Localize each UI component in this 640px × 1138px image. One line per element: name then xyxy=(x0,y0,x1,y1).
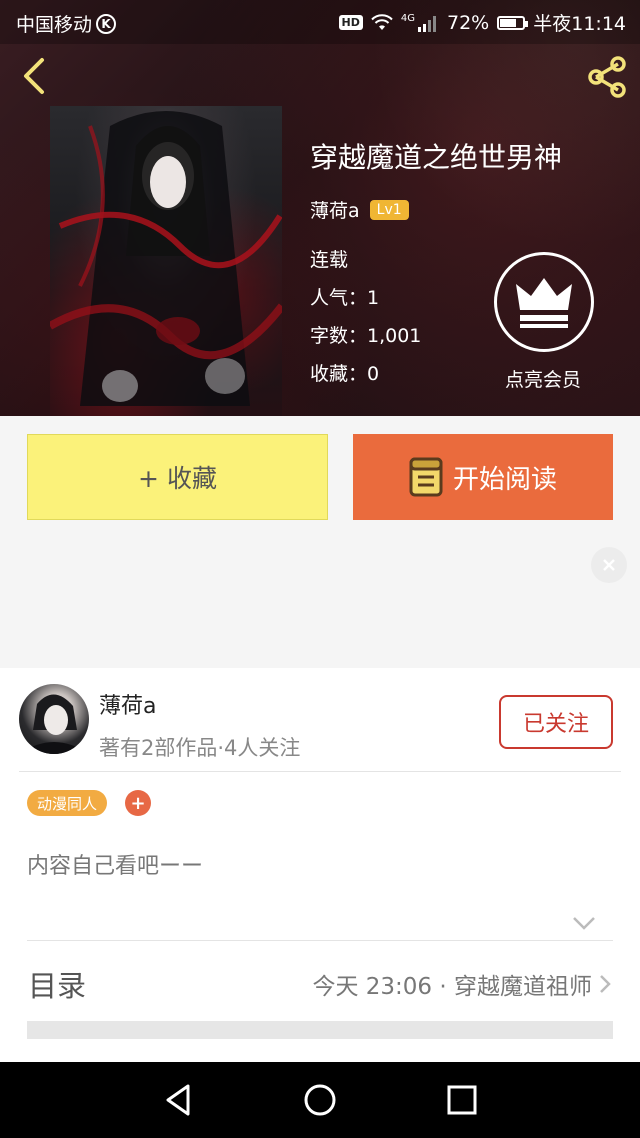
book-icon xyxy=(409,457,443,497)
back-arrow-icon[interactable] xyxy=(14,56,54,96)
following-button[interactable]: 已关注 xyxy=(499,695,613,749)
hd-icon: HD xyxy=(338,15,363,30)
avatar[interactable] xyxy=(19,684,89,754)
vip-label[interactable]: 点亮会员 xyxy=(478,365,608,392)
status-left: 中国移动 K xyxy=(16,10,117,37)
nav-recents-icon[interactable] xyxy=(444,1082,480,1118)
k-badge-icon: K xyxy=(96,13,117,34)
nav-back-icon[interactable] xyxy=(160,1082,196,1118)
chevron-right-icon xyxy=(600,975,611,993)
clock: 半夜11:14 xyxy=(533,13,626,35)
signal-icon xyxy=(418,15,436,32)
add-tag-button[interactable]: + xyxy=(125,790,151,816)
book-title: 穿越魔道之绝世男神 xyxy=(310,141,563,174)
share-icon[interactable] xyxy=(582,54,630,100)
level-badge: Lv1 xyxy=(369,199,409,220)
avatar-illustration xyxy=(19,694,89,754)
author-stats: 著有2部作品·4人关注 xyxy=(99,736,301,760)
toc-label: 目录 xyxy=(28,969,87,1003)
start-reading-button[interactable]: 开始阅读 xyxy=(353,434,613,520)
battery-percent: 72% xyxy=(447,11,490,34)
popularity-count: 人气：1 xyxy=(310,287,380,309)
battery-icon xyxy=(497,15,529,30)
navigation-bar xyxy=(0,1062,640,1138)
carrier-label: 中国移动 xyxy=(16,14,93,36)
battery-fill xyxy=(500,18,517,27)
table-of-contents-row[interactable]: 目录 今天 23:06 · 穿越魔道祖师 xyxy=(0,941,640,1021)
nav-home-icon[interactable] xyxy=(302,1082,338,1118)
crown-icon xyxy=(516,278,572,328)
favorites-count: 收藏：0 xyxy=(310,363,380,385)
divider xyxy=(19,771,621,772)
latest-chapter: 今天 23:06 · 穿越魔道祖师 xyxy=(312,974,592,1000)
author-card: 薄荷a 著有2部作品·4人关注 已关注 动漫同人 + 内容自己看吧ーー 目录 今… xyxy=(0,668,640,1063)
chevron-down-icon[interactable] xyxy=(571,914,597,932)
word-count: 字数：1,001 xyxy=(310,325,422,347)
genre-tag[interactable]: 动漫同人 xyxy=(27,790,108,816)
add-favorite-button[interactable]: + 收藏 xyxy=(27,434,328,520)
author-name[interactable]: 薄荷a xyxy=(310,196,360,223)
card-author-name[interactable]: 薄荷a xyxy=(99,688,156,720)
close-ad-button[interactable] xyxy=(591,547,627,583)
network-label: 4G xyxy=(400,13,415,24)
status-right: HD 4G 72% 半夜11:14 xyxy=(338,9,626,36)
start-reading-label: 开始阅读 xyxy=(452,464,557,495)
cover-illustration xyxy=(50,111,282,406)
book-intro: 内容自己看吧ーー xyxy=(27,854,204,879)
book-header: 中国移动 K HD 4G 72% 半夜11:14 穿越魔道之绝世男神 薄荷a L… xyxy=(0,0,640,416)
author-row[interactable]: 薄荷a Lv1 xyxy=(310,196,409,223)
status-bar: 中国移动 K HD 4G 72% 半夜11:14 xyxy=(0,0,640,44)
close-icon xyxy=(603,559,615,571)
book-cover-image[interactable] xyxy=(50,106,282,416)
vip-button[interactable] xyxy=(494,252,594,352)
serial-status: 连载 xyxy=(310,249,349,271)
content-placeholder-strip xyxy=(27,1021,613,1039)
wifi-icon xyxy=(371,13,393,30)
